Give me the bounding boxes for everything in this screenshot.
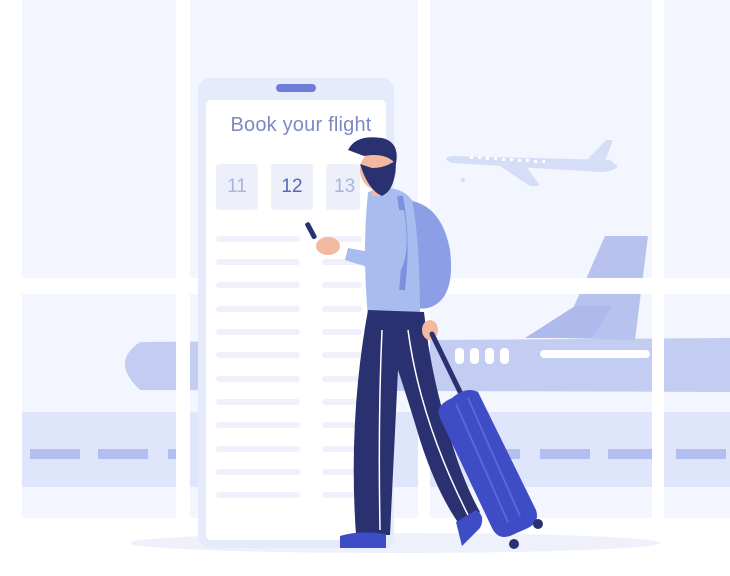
date-option-11[interactable]: 11 xyxy=(216,164,258,210)
phone-speaker xyxy=(276,84,316,92)
date-option-12-selected[interactable]: 12 xyxy=(271,164,313,210)
travel-illustration: Book your flight 11 12 13 xyxy=(0,0,730,576)
phone-title: Book your flight xyxy=(230,114,372,136)
airport-scene xyxy=(0,0,730,576)
date-option-13[interactable]: 13 xyxy=(326,164,360,210)
